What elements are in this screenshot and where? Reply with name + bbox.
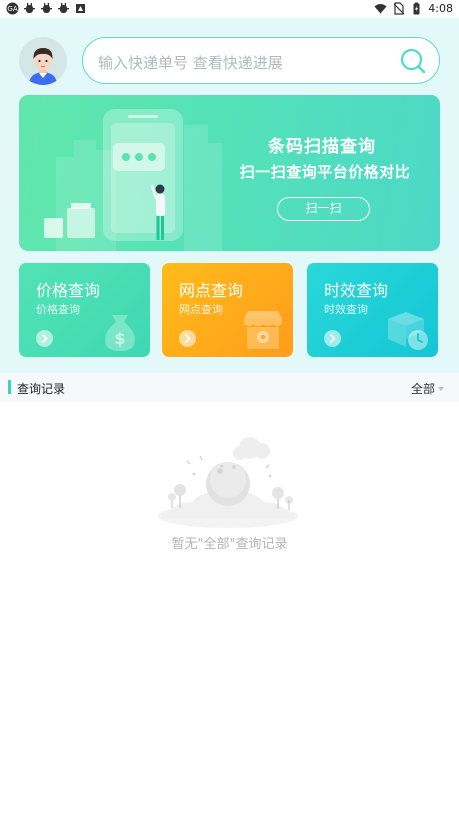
- battery-icon: [413, 2, 420, 15]
- search-icon[interactable]: [399, 47, 427, 75]
- records-title: 查询记录: [17, 382, 66, 396]
- chevron-right-icon[interactable]: [179, 330, 196, 347]
- card-title: 价格查询: [36, 281, 101, 300]
- avatar[interactable]: [19, 37, 67, 85]
- price-query-card[interactable]: 价格查询 价格查询 $: [19, 263, 150, 357]
- chevron-right-icon[interactable]: [324, 330, 341, 347]
- status-bar: GA 4:08: [0, 0, 459, 18]
- outlet-query-card[interactable]: 网点查询 网点查询: [162, 263, 293, 357]
- avatar-icon: [19, 37, 67, 85]
- wifi-icon: [374, 4, 387, 14]
- no-sim-icon: [393, 2, 405, 15]
- money-bag-icon: $: [105, 315, 135, 351]
- search-input[interactable]: 输入快递单号 查看快递进展: [82, 37, 440, 84]
- app-logo-icon: GA: [6, 2, 19, 15]
- svg-text:GA: GA: [7, 5, 17, 13]
- scan-banner[interactable]: 条码扫描查询 扫一扫查询平台价格对比 扫一扫: [19, 95, 440, 251]
- status-bar-system: 4:08: [374, 2, 453, 15]
- card-subtitle: 价格查询: [36, 303, 80, 316]
- card-subtitle: 网点查询: [179, 303, 223, 316]
- bug-icon: [41, 3, 52, 13]
- scan-button[interactable]: 扫一扫: [277, 197, 370, 221]
- bug-icon: [24, 3, 35, 13]
- records-accent-bar: [8, 380, 11, 394]
- card-subtitle: 时效查询: [324, 303, 368, 316]
- banner-title: 条码扫描查询: [268, 137, 376, 157]
- status-time: 4:08: [428, 2, 453, 15]
- records-header: 查询记录 全部: [0, 373, 459, 402]
- bug-icon: [58, 3, 69, 13]
- card-title: 时效查询: [324, 281, 389, 300]
- chevron-right-icon[interactable]: [36, 330, 53, 347]
- empty-state-illustration-icon: [158, 437, 298, 528]
- caret-down-icon: [438, 387, 444, 391]
- empty-state-text: 暂无"全部"查询记录: [171, 537, 288, 552]
- status-bar-notifications: GA: [6, 2, 87, 15]
- notification-box-icon: [76, 4, 85, 13]
- card-title: 网点查询: [179, 281, 244, 300]
- search-placeholder: 输入快递单号 查看快递进展: [98, 54, 283, 72]
- store-icon: [244, 311, 282, 349]
- svg-text:$: $: [114, 329, 125, 348]
- records-filter-label: 全部: [410, 382, 435, 396]
- timeliness-query-card[interactable]: 时效查询 时效查询: [307, 263, 438, 357]
- box-clock-icon: [388, 312, 428, 350]
- banner-subtitle: 扫一扫查询平台价格对比: [239, 163, 411, 181]
- records-filter-dropdown[interactable]: 全部: [411, 380, 444, 397]
